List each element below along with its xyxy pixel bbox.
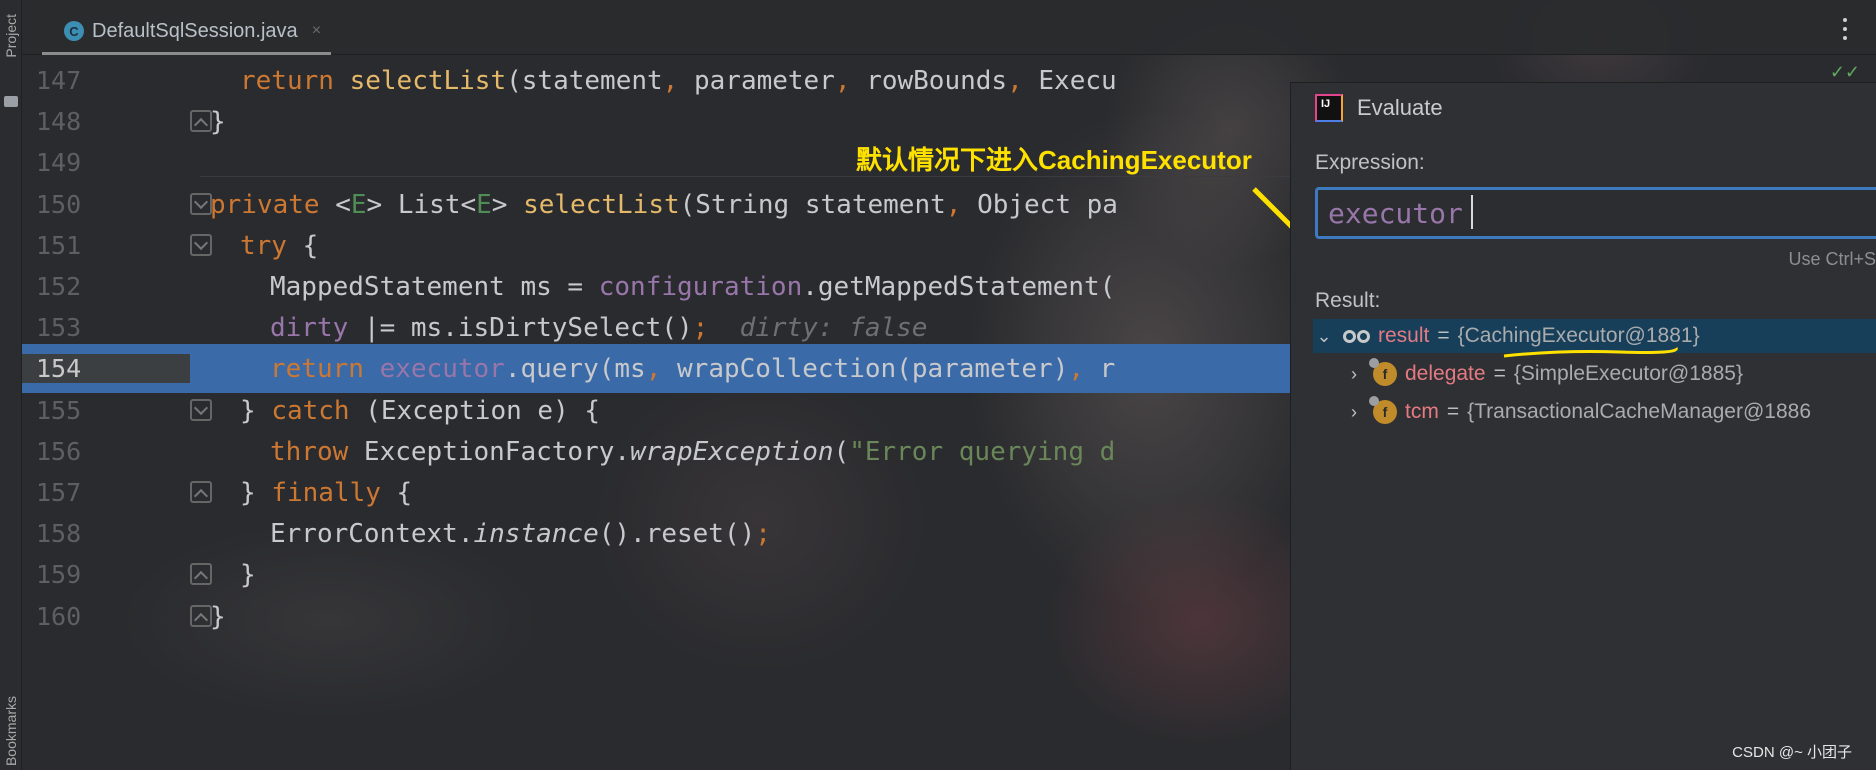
fold-icon[interactable] (190, 399, 212, 421)
dialog-title: Evaluate (1357, 95, 1443, 120)
result-label: Result: (1315, 289, 1381, 312)
evaluate-header: IJ Evaluate (1291, 83, 1876, 133)
line-number[interactable]: 148 (22, 107, 190, 136)
line-number[interactable]: 154 (22, 354, 190, 383)
bookmarks-tool-button[interactable]: Bookmarks (3, 696, 19, 766)
watch-glasses-icon (1343, 329, 1370, 343)
more-options-icon[interactable] (1842, 18, 1848, 40)
equals-sign: = (1493, 362, 1506, 385)
inspection-ok-icon[interactable]: ✓✓ (1830, 62, 1860, 83)
code-text: return selectList(statement, parameter, … (240, 65, 1117, 96)
fold-icon[interactable] (190, 234, 212, 256)
expression-label: Expression: (1315, 151, 1425, 174)
line-number[interactable]: 152 (22, 272, 190, 301)
line-number[interactable]: 160 (22, 602, 190, 631)
left-tool-strip: Project Bookmarks (0, 0, 22, 770)
variable-name: tcm (1405, 400, 1439, 423)
text-caret (1471, 195, 1473, 229)
line-number[interactable]: 147 (22, 66, 190, 95)
tab-defaultsqlsession[interactable]: C DefaultSqlSession.java × (42, 10, 332, 55)
fold-icon[interactable] (190, 110, 212, 132)
code-text: } (210, 601, 226, 632)
result-tree-row[interactable]: › f tcm = {TransactionalCacheManager@188… (1343, 395, 1876, 429)
fold-icon[interactable] (190, 193, 212, 215)
shortcut-hint: Use Ctrl+S (1788, 249, 1876, 269)
code-text: ErrorContext.instance().reset(); (270, 518, 771, 549)
close-icon[interactable]: × (312, 22, 321, 40)
code-text: return executor.query(ms, wrapCollection… (270, 353, 1116, 384)
line-number[interactable]: 149 (22, 148, 190, 177)
highlight-underline (1503, 347, 1678, 358)
code-text: } (210, 106, 226, 137)
annotation-label: 默认情况下进入CachingExecutor (856, 145, 1252, 175)
code-line: 160 } (22, 592, 1292, 641)
line-number[interactable]: 150 (22, 190, 190, 219)
code-text: } (240, 559, 256, 590)
field-icon: f (1369, 358, 1397, 386)
line-number[interactable]: 159 (22, 560, 190, 589)
equals-sign: = (1437, 324, 1450, 347)
line-number[interactable]: 151 (22, 231, 190, 260)
variable-value: {SimpleExecutor@1885} (1513, 362, 1743, 385)
chevron-right-icon[interactable]: › (1343, 402, 1365, 423)
inline-debug-hint: dirty: false (739, 312, 928, 343)
expression-input[interactable] (1315, 187, 1876, 239)
field-icon: f (1369, 396, 1397, 424)
chevron-right-icon[interactable]: › (1343, 364, 1365, 385)
variable-name: result (1378, 324, 1430, 347)
fold-icon[interactable] (190, 481, 212, 503)
variable-value: {TransactionalCacheManager@1886 (1467, 400, 1812, 423)
code-text: } finally { (240, 477, 413, 508)
code-text: dirty |= ms.isDirtySelect(); dirty: fals… (270, 312, 928, 343)
code-text: try { (240, 230, 319, 261)
line-number[interactable]: 155 (22, 396, 190, 425)
fold-icon[interactable] (190, 563, 212, 585)
line-number[interactable]: 158 (22, 519, 190, 548)
folder-icon[interactable] (4, 96, 18, 107)
intellij-logo-icon: IJ (1315, 94, 1343, 122)
tab-title: DefaultSqlSession.java (92, 19, 298, 42)
evaluate-dialog: IJ Evaluate Expression: Use Ctrl+S Resul… (1290, 82, 1876, 770)
code-text: MappedStatement ms = configuration.getMa… (270, 271, 1116, 302)
line-number[interactable]: 156 (22, 437, 190, 466)
line-number[interactable]: 157 (22, 478, 190, 507)
fold-icon[interactable] (190, 605, 212, 627)
editor-tab-bar: C DefaultSqlSession.java × (22, 0, 1876, 55)
chevron-down-icon[interactable]: ⌄ (1313, 326, 1335, 347)
line-number[interactable]: 153 (22, 313, 190, 342)
watermark: CSDN @~ 小团子 (1732, 744, 1852, 761)
project-tool-button[interactable]: Project (3, 14, 19, 58)
code-text: private <E> List<E> selectList(String st… (210, 189, 1118, 220)
equals-sign: = (1446, 400, 1460, 423)
code-text: } catch (Exception e) { (240, 395, 601, 426)
variable-name: delegate (1405, 362, 1486, 385)
code-text: throw ExceptionFactory.wrapException("Er… (270, 436, 1116, 467)
java-class-icon: C (64, 21, 84, 41)
